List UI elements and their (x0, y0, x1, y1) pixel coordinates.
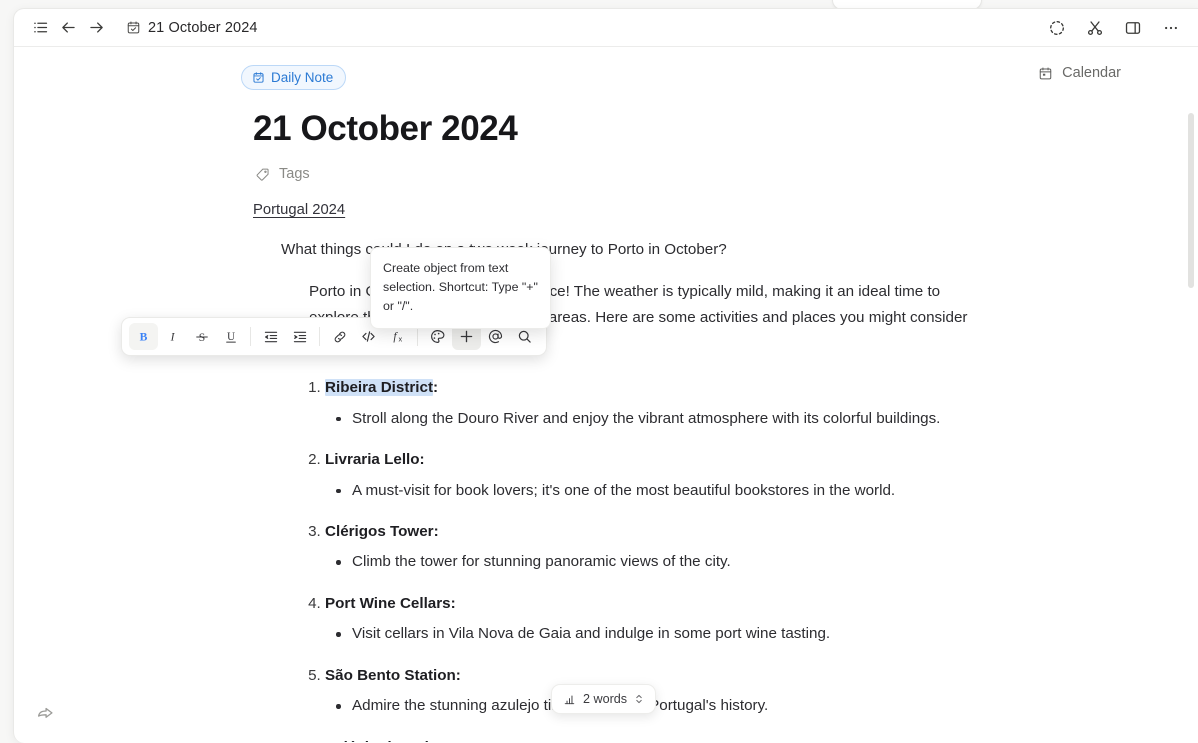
svg-text:B: B (140, 330, 148, 343)
svg-text:f: f (393, 331, 398, 343)
list-item-title: Livraria Lello: (325, 451, 425, 468)
sublist: Stroll along the Douro River and enjoy t… (325, 408, 1079, 430)
list-item-colon: : (455, 666, 461, 684)
backlink-portugal-2024[interactable]: Portugal 2024 (253, 202, 345, 218)
dotted-circle-icon[interactable] (1043, 14, 1071, 42)
calendar-link[interactable]: Calendar (1038, 65, 1159, 81)
bar-chart-icon (563, 693, 576, 706)
indent-button[interactable] (285, 323, 314, 350)
scissors-icon[interactable] (1081, 14, 1109, 42)
activities-list: Ribeira District: Stroll along the Douro… (281, 377, 1079, 742)
sublist: A must-visit for book lovers; it's one o… (325, 480, 1079, 502)
calendar-icon (1038, 66, 1053, 81)
create-object-tooltip: Create object from text selection. Short… (370, 247, 551, 329)
list-item[interactable]: Ribeira District: Stroll along the Douro… (325, 377, 1079, 429)
svg-text:U: U (226, 330, 234, 342)
underline-button[interactable]: U (216, 323, 245, 350)
list-item[interactable]: São Bento Station: Admire the stunning a… (325, 665, 1079, 717)
document-header-row: Daily Note Calendar (14, 65, 1198, 90)
bold-button[interactable]: B (129, 323, 158, 350)
selected-text: Ribeira District (325, 379, 434, 397)
svg-text:x: x (399, 334, 403, 343)
list-item-title: Clérigos Tower: (325, 523, 439, 540)
toolbar-divider (250, 327, 251, 346)
share-arrow-icon[interactable] (32, 699, 58, 725)
toolbar-divider (319, 327, 320, 346)
sublist-item: Visit cellars in Vila Nova de Gaia and i… (336, 623, 942, 645)
list-item-colon: : (433, 523, 439, 541)
svg-text:I: I (170, 330, 176, 343)
calendar-link-label: Calendar (1062, 65, 1121, 81)
list-item-title: Port Wine Cellars: (325, 595, 456, 612)
sublist: Climb the tower for stunning panoramic v… (325, 551, 1079, 573)
top-toolbar: 21 October 2024 (14, 9, 1198, 47)
document-scroll-area: Daily Note Calendar 21 October 2024 Tags… (14, 47, 1198, 742)
app-root: 21 October 2024 Daily Note Calendar 21 O… (0, 0, 1198, 743)
list-item[interactable]: Palácio da Bolsa: Take a guided tour of … (325, 737, 1079, 742)
italic-button[interactable]: I (158, 323, 187, 350)
chevron-updown-icon (634, 693, 644, 705)
tag-icon (255, 167, 270, 182)
sublist-item: Climb the tower for stunning panoramic v… (336, 551, 942, 573)
scrollbar-track[interactable] (1187, 87, 1195, 742)
list-item-title-text: Port Wine Cellars (325, 595, 451, 613)
tags-field[interactable]: Tags (255, 166, 327, 182)
calendar-check-icon (252, 71, 265, 84)
daily-note-badge-label: Daily Note (271, 70, 334, 85)
toolbar-right-group (1043, 14, 1185, 42)
list-item-title: São Bento Station: (325, 667, 461, 684)
list-item[interactable]: Port Wine Cellars: Visit cellars in Vila… (325, 593, 1079, 645)
list-item-colon: : (433, 379, 439, 397)
strikethrough-button[interactable]: S (187, 323, 216, 350)
list-item-title: Ribeira District: (325, 379, 439, 397)
back-button[interactable] (54, 14, 82, 42)
panel-right-icon[interactable] (1119, 14, 1147, 42)
calendar-check-icon (126, 20, 141, 35)
list-item-title-text: Clérigos Tower (325, 523, 434, 541)
sublist-item: Stroll along the Douro River and enjoy t… (336, 408, 942, 430)
list-item-title-text: São Bento Station (325, 666, 456, 684)
document-body: Daily Note Calendar 21 October 2024 Tags… (14, 47, 1198, 742)
toolbar-left-group: 21 October 2024 (26, 14, 264, 42)
list-item[interactable]: Livraria Lello: A must-visit for book lo… (325, 449, 1079, 501)
list-item[interactable]: Clérigos Tower: Climb the tower for stun… (325, 521, 1079, 573)
sublist: Visit cellars in Vila Nova de Gaia and i… (325, 623, 1079, 645)
word-count-label: 2 words (583, 692, 628, 706)
scrollbar-thumb[interactable] (1188, 113, 1194, 288)
outdent-button[interactable] (256, 323, 285, 350)
more-horizontal-icon[interactable] (1157, 14, 1185, 42)
document-breadcrumb-label: 21 October 2024 (148, 19, 258, 36)
main-window: 21 October 2024 Daily Note Calendar 21 O… (13, 8, 1198, 743)
sublist: Admire the stunning azulejo tiles that d… (325, 695, 1079, 717)
list-item-title-text: Livraria Lello (325, 451, 420, 469)
sublist-item: A must-visit for book lovers; it's one o… (336, 480, 942, 502)
list-item-colon: : (450, 595, 456, 613)
sidebar-toggle-button[interactable] (26, 14, 54, 42)
tags-label: Tags (279, 166, 310, 182)
document-breadcrumb[interactable]: 21 October 2024 (120, 17, 264, 39)
forward-button[interactable] (82, 14, 110, 42)
word-count-pill[interactable]: 2 words (551, 684, 657, 714)
toolbar-divider (417, 327, 418, 346)
page-title: 21 October 2024 (253, 109, 518, 148)
daily-note-badge[interactable]: Daily Note (241, 65, 347, 90)
link-button[interactable] (325, 323, 354, 350)
list-item-colon: : (419, 451, 425, 469)
